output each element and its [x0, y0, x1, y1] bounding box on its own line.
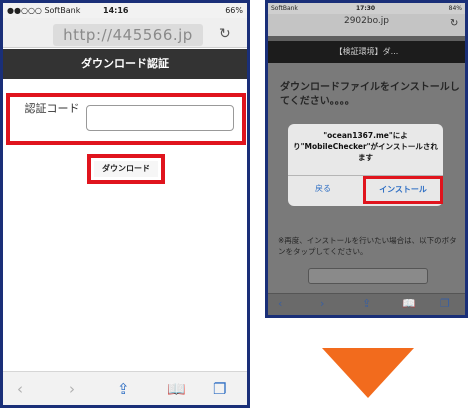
back-icon[interactable]: ‹	[278, 297, 282, 310]
auth-code-input[interactable]	[86, 105, 234, 131]
auth-code-label: 認証コード	[24, 102, 80, 115]
clock: 17:30	[356, 5, 376, 12]
url-field[interactable]: http://445566.jp	[53, 24, 203, 46]
browser-toolbar: ‹ › ⇪ 📖 ❐	[3, 371, 247, 405]
down-arrow-icon	[322, 348, 414, 398]
left-phone-screen: ●●○○○ SoftBank 14:16 66% http://445566.j…	[0, 0, 250, 408]
status-bar: SoftBank 17:30 84%	[268, 3, 465, 14]
status-bar: ●●○○○ SoftBank 14:16 66%	[3, 3, 247, 18]
battery-label: 66%	[225, 6, 243, 15]
bookmarks-icon[interactable]: 📖	[402, 297, 416, 310]
dialog-message: "ocean1367.me"により"MobileChecker"がインストールさ…	[293, 131, 438, 162]
tabs-icon[interactable]: ❐	[213, 380, 226, 398]
install-dialog: "ocean1367.me"により"MobileChecker"がインストールさ…	[288, 124, 443, 206]
carrier-label: ●●○○○ SoftBank	[7, 6, 81, 15]
reload-icon[interactable]: ↻	[219, 26, 231, 42]
auth-code-highlight: 認証コード	[6, 93, 246, 145]
bookmarks-icon[interactable]: 📖	[167, 380, 186, 398]
reinstall-button[interactable]	[308, 268, 428, 284]
back-button[interactable]: 戻る	[298, 183, 348, 194]
tabs-icon[interactable]: ❐	[440, 297, 450, 310]
download-button-highlight: ダウンロード	[87, 154, 165, 184]
battery-label: 84%	[448, 5, 462, 12]
page-title: ダウンロード認証	[3, 49, 247, 79]
carrier-label: SoftBank	[271, 5, 298, 12]
right-phone-screen: SoftBank 17:30 84% 2902bo.jp ↻ 【検証環境】ダ..…	[265, 0, 468, 318]
forward-icon[interactable]: ›	[69, 380, 75, 398]
share-icon[interactable]: ⇪	[362, 297, 371, 310]
browser-toolbar: ‹ › ⇪ 📖 ❐	[268, 293, 465, 315]
address-bar: 2902bo.jp ↻	[268, 14, 465, 36]
reload-icon[interactable]: ↻	[450, 18, 458, 29]
forward-icon[interactable]: ›	[320, 297, 324, 310]
clock: 14:16	[103, 6, 129, 15]
install-instruction: ダウンロードファイルをインストールしてください。。。。	[280, 82, 460, 107]
reinstall-note: ※再度、インストールを行いたい場合は、以下のボタンをタップしてください。	[278, 236, 457, 256]
url-field[interactable]: 2902bo.jp	[268, 16, 465, 26]
download-button[interactable]: ダウンロード	[94, 161, 158, 177]
address-bar: http://445566.jp ↻	[3, 18, 247, 48]
share-icon[interactable]: ⇪	[117, 380, 130, 398]
back-icon[interactable]: ‹	[17, 380, 23, 398]
page-title: 【検証環境】ダ...	[268, 41, 465, 63]
install-button[interactable]: インストール	[363, 176, 443, 204]
